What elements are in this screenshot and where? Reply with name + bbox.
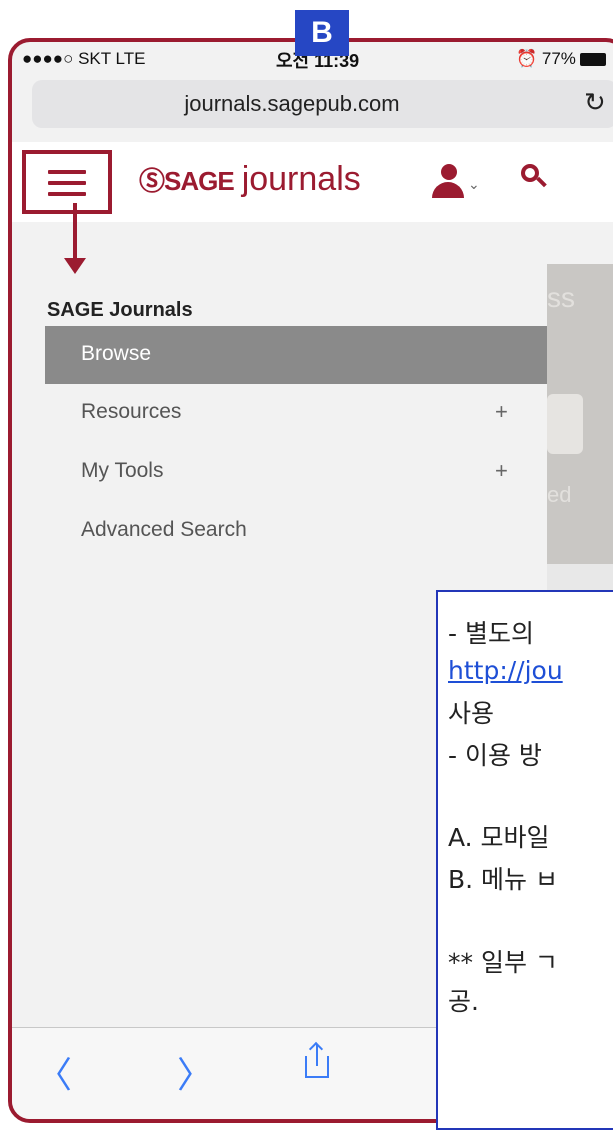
annotation-line: - 이용 방 <box>448 741 542 770</box>
hamburger-menu-icon[interactable] <box>48 170 86 196</box>
pointer-arrow-head <box>64 258 86 274</box>
menu-item-my-tools[interactable]: My Tools + <box>45 443 547 501</box>
url-text[interactable]: journals.sagepub.com <box>32 91 552 117</box>
user-icon[interactable] <box>432 164 464 200</box>
address-bar[interactable]: journals.sagepub.com ↻ <box>32 80 613 128</box>
share-icon[interactable] <box>305 1041 331 1078</box>
forward-icon[interactable]: 〉 <box>177 1046 213 1098</box>
annotation-line: ** 일부 ㄱ <box>448 948 558 977</box>
annotation-line: 공. <box>448 987 479 1016</box>
menu-item-label: Resources <box>81 400 182 423</box>
carrier-label: ●●●●○ SKT LTE <box>22 49 146 68</box>
drawer-title: SAGE Journals <box>47 299 193 321</box>
menu-item-browse[interactable]: Browse <box>45 326 547 384</box>
annotation-line: A. 모바일 <box>448 823 550 852</box>
annotation-line: - 별도의 <box>448 619 534 648</box>
background-card <box>547 394 583 454</box>
battery-icon <box>579 53 606 67</box>
battery-indicator: ⏰ 77% <box>516 49 606 69</box>
pointer-arrow <box>73 203 77 263</box>
annotation-link[interactable]: http://jou <box>448 656 563 685</box>
annotation-line: B. 메뉴 ㅂ <box>448 865 558 894</box>
search-icon[interactable] <box>521 164 547 190</box>
battery-label: ⏰ 77% <box>516 49 576 68</box>
annotation-line: 사용 <box>448 699 495 728</box>
menu-item-advanced-search[interactable]: Advanced Search <box>45 502 547 560</box>
step-badge: B <box>295 10 349 56</box>
menu-item-label: My Tools <box>81 459 164 482</box>
background-text-bottom: ed <box>547 482 572 507</box>
back-icon[interactable]: 〈 <box>36 1046 72 1098</box>
background-page: ss ed <box>547 264 613 624</box>
chevron-down-icon[interactable]: ⌄ <box>468 176 480 193</box>
menu-item-resources[interactable]: Resources + <box>45 384 547 442</box>
expand-icon[interactable]: + <box>495 458 508 484</box>
reload-icon[interactable]: ↻ <box>584 87 606 118</box>
expand-icon[interactable]: + <box>495 399 508 425</box>
annotation-box: - 별도의 http://jou 사용 - 이용 방 A. 모바일 B. 메뉴 … <box>436 590 613 1130</box>
logo-suffix: journals <box>241 160 361 198</box>
menu-highlight-box <box>22 150 112 214</box>
menu-item-label: Advanced Search <box>81 518 247 541</box>
background-text-top: ss <box>547 282 575 313</box>
sage-journals-logo[interactable]: ⓈSAGE journals <box>139 160 361 199</box>
menu-item-label: Browse <box>81 342 152 365</box>
site-header: ⓈSAGE journals ⌄ <box>12 142 613 222</box>
logo-brand: ⓈSAGE <box>139 166 235 196</box>
